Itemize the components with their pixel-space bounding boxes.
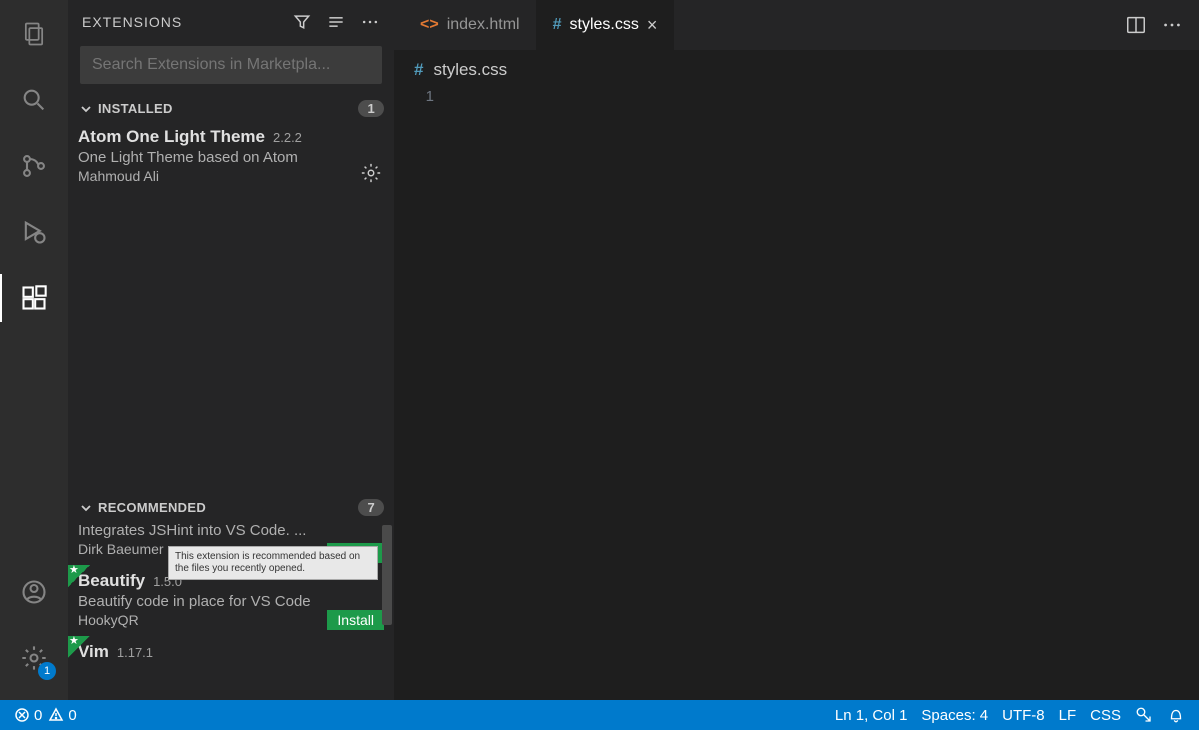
activity-settings[interactable]: 1 xyxy=(10,634,58,682)
status-lang[interactable]: CSS xyxy=(1090,707,1121,724)
section-installed-header[interactable]: INSTALLED 1 xyxy=(68,96,394,121)
status-spaces[interactable]: Spaces: 4 xyxy=(921,707,988,724)
bell-icon[interactable] xyxy=(1167,706,1185,724)
filter-icon[interactable] xyxy=(292,12,312,32)
section-installed-label: INSTALLED xyxy=(98,101,358,116)
activity-search[interactable] xyxy=(10,76,58,124)
more-icon[interactable] xyxy=(1161,14,1183,36)
section-recommended-label: RECOMMENDED xyxy=(98,500,358,515)
extension-name: Atom One Light Theme xyxy=(78,127,265,147)
star-icon xyxy=(68,636,90,658)
recommendation-tooltip: This extension is recommended based on t… xyxy=(168,546,378,580)
split-editor-icon[interactable] xyxy=(1125,14,1147,36)
gear-icon[interactable] xyxy=(360,162,382,184)
activity-extensions[interactable] xyxy=(10,274,58,322)
extension-item[interactable]: Integrates JSHint into VS Code. ... Dirk… xyxy=(68,522,394,565)
css-file-icon: # xyxy=(553,16,562,34)
star-icon xyxy=(68,565,90,587)
status-encoding[interactable]: UTF-8 xyxy=(1002,707,1045,724)
clear-icon[interactable] xyxy=(326,12,346,32)
line-number: 1 xyxy=(394,88,434,105)
tab-bar: <> index.html # styles.css × xyxy=(394,0,1199,50)
extensions-sidebar: EXTENSIONS INSTALLED 1 xyxy=(68,0,394,700)
activity-explorer[interactable] xyxy=(10,10,58,58)
extension-version: 2.2.2 xyxy=(273,130,302,145)
tab-styles-css[interactable]: # styles.css × xyxy=(537,0,675,50)
activity-run-debug[interactable] xyxy=(10,208,58,256)
activity-source-control[interactable] xyxy=(10,142,58,190)
extension-author: Mahmoud Ali xyxy=(78,168,384,184)
status-warnings[interactable]: 0 xyxy=(48,707,76,724)
breadcrumb[interactable]: # styles.css xyxy=(394,50,1199,84)
chevron-down-icon xyxy=(78,101,94,117)
extension-version: 1.17.1 xyxy=(117,645,153,660)
settings-badge: 1 xyxy=(38,662,56,680)
more-icon[interactable] xyxy=(360,12,380,32)
tab-label: index.html xyxy=(447,16,520,34)
status-bar: 0 0 Ln 1, Col 1 Spaces: 4 UTF-8 LF CSS xyxy=(0,700,1199,730)
css-file-icon: # xyxy=(414,60,423,80)
activity-bar: 1 xyxy=(0,0,68,700)
tab-index-html[interactable]: <> index.html xyxy=(404,0,537,50)
status-errors[interactable]: 0 xyxy=(14,707,42,724)
activity-account[interactable] xyxy=(10,568,58,616)
chevron-down-icon xyxy=(78,500,94,516)
extension-description: One Light Theme based on Atom xyxy=(78,149,384,166)
section-recommended-header[interactable]: RECOMMENDED 7 xyxy=(68,495,394,520)
line-number-gutter: 1 xyxy=(394,84,454,700)
search-input[interactable] xyxy=(80,46,382,84)
feedback-icon[interactable] xyxy=(1135,706,1153,724)
breadcrumb-file: styles.css xyxy=(433,60,507,80)
status-cursor[interactable]: Ln 1, Col 1 xyxy=(835,707,908,724)
extension-item[interactable]: Atom One Light Theme 2.2.2 One Light The… xyxy=(68,121,394,192)
html-file-icon: <> xyxy=(420,16,439,34)
tab-label: styles.css xyxy=(570,16,639,34)
extension-item[interactable]: Vim 1.17.1 xyxy=(68,636,394,670)
editor-area: <> index.html # styles.css × # styles.cs… xyxy=(394,0,1199,700)
install-button[interactable]: Install xyxy=(327,610,384,630)
editor-body[interactable]: 1 xyxy=(394,84,1199,700)
extension-description: Integrates JSHint into VS Code. ... xyxy=(78,522,384,539)
status-eol[interactable]: LF xyxy=(1059,707,1077,724)
close-icon[interactable]: × xyxy=(647,15,658,36)
installed-count-badge: 1 xyxy=(358,100,384,117)
extension-description: Beautify code in place for VS Code xyxy=(78,593,384,610)
sidebar-title: EXTENSIONS xyxy=(82,14,292,30)
scrollbar[interactable] xyxy=(382,525,392,625)
recommended-count-badge: 7 xyxy=(358,499,384,516)
